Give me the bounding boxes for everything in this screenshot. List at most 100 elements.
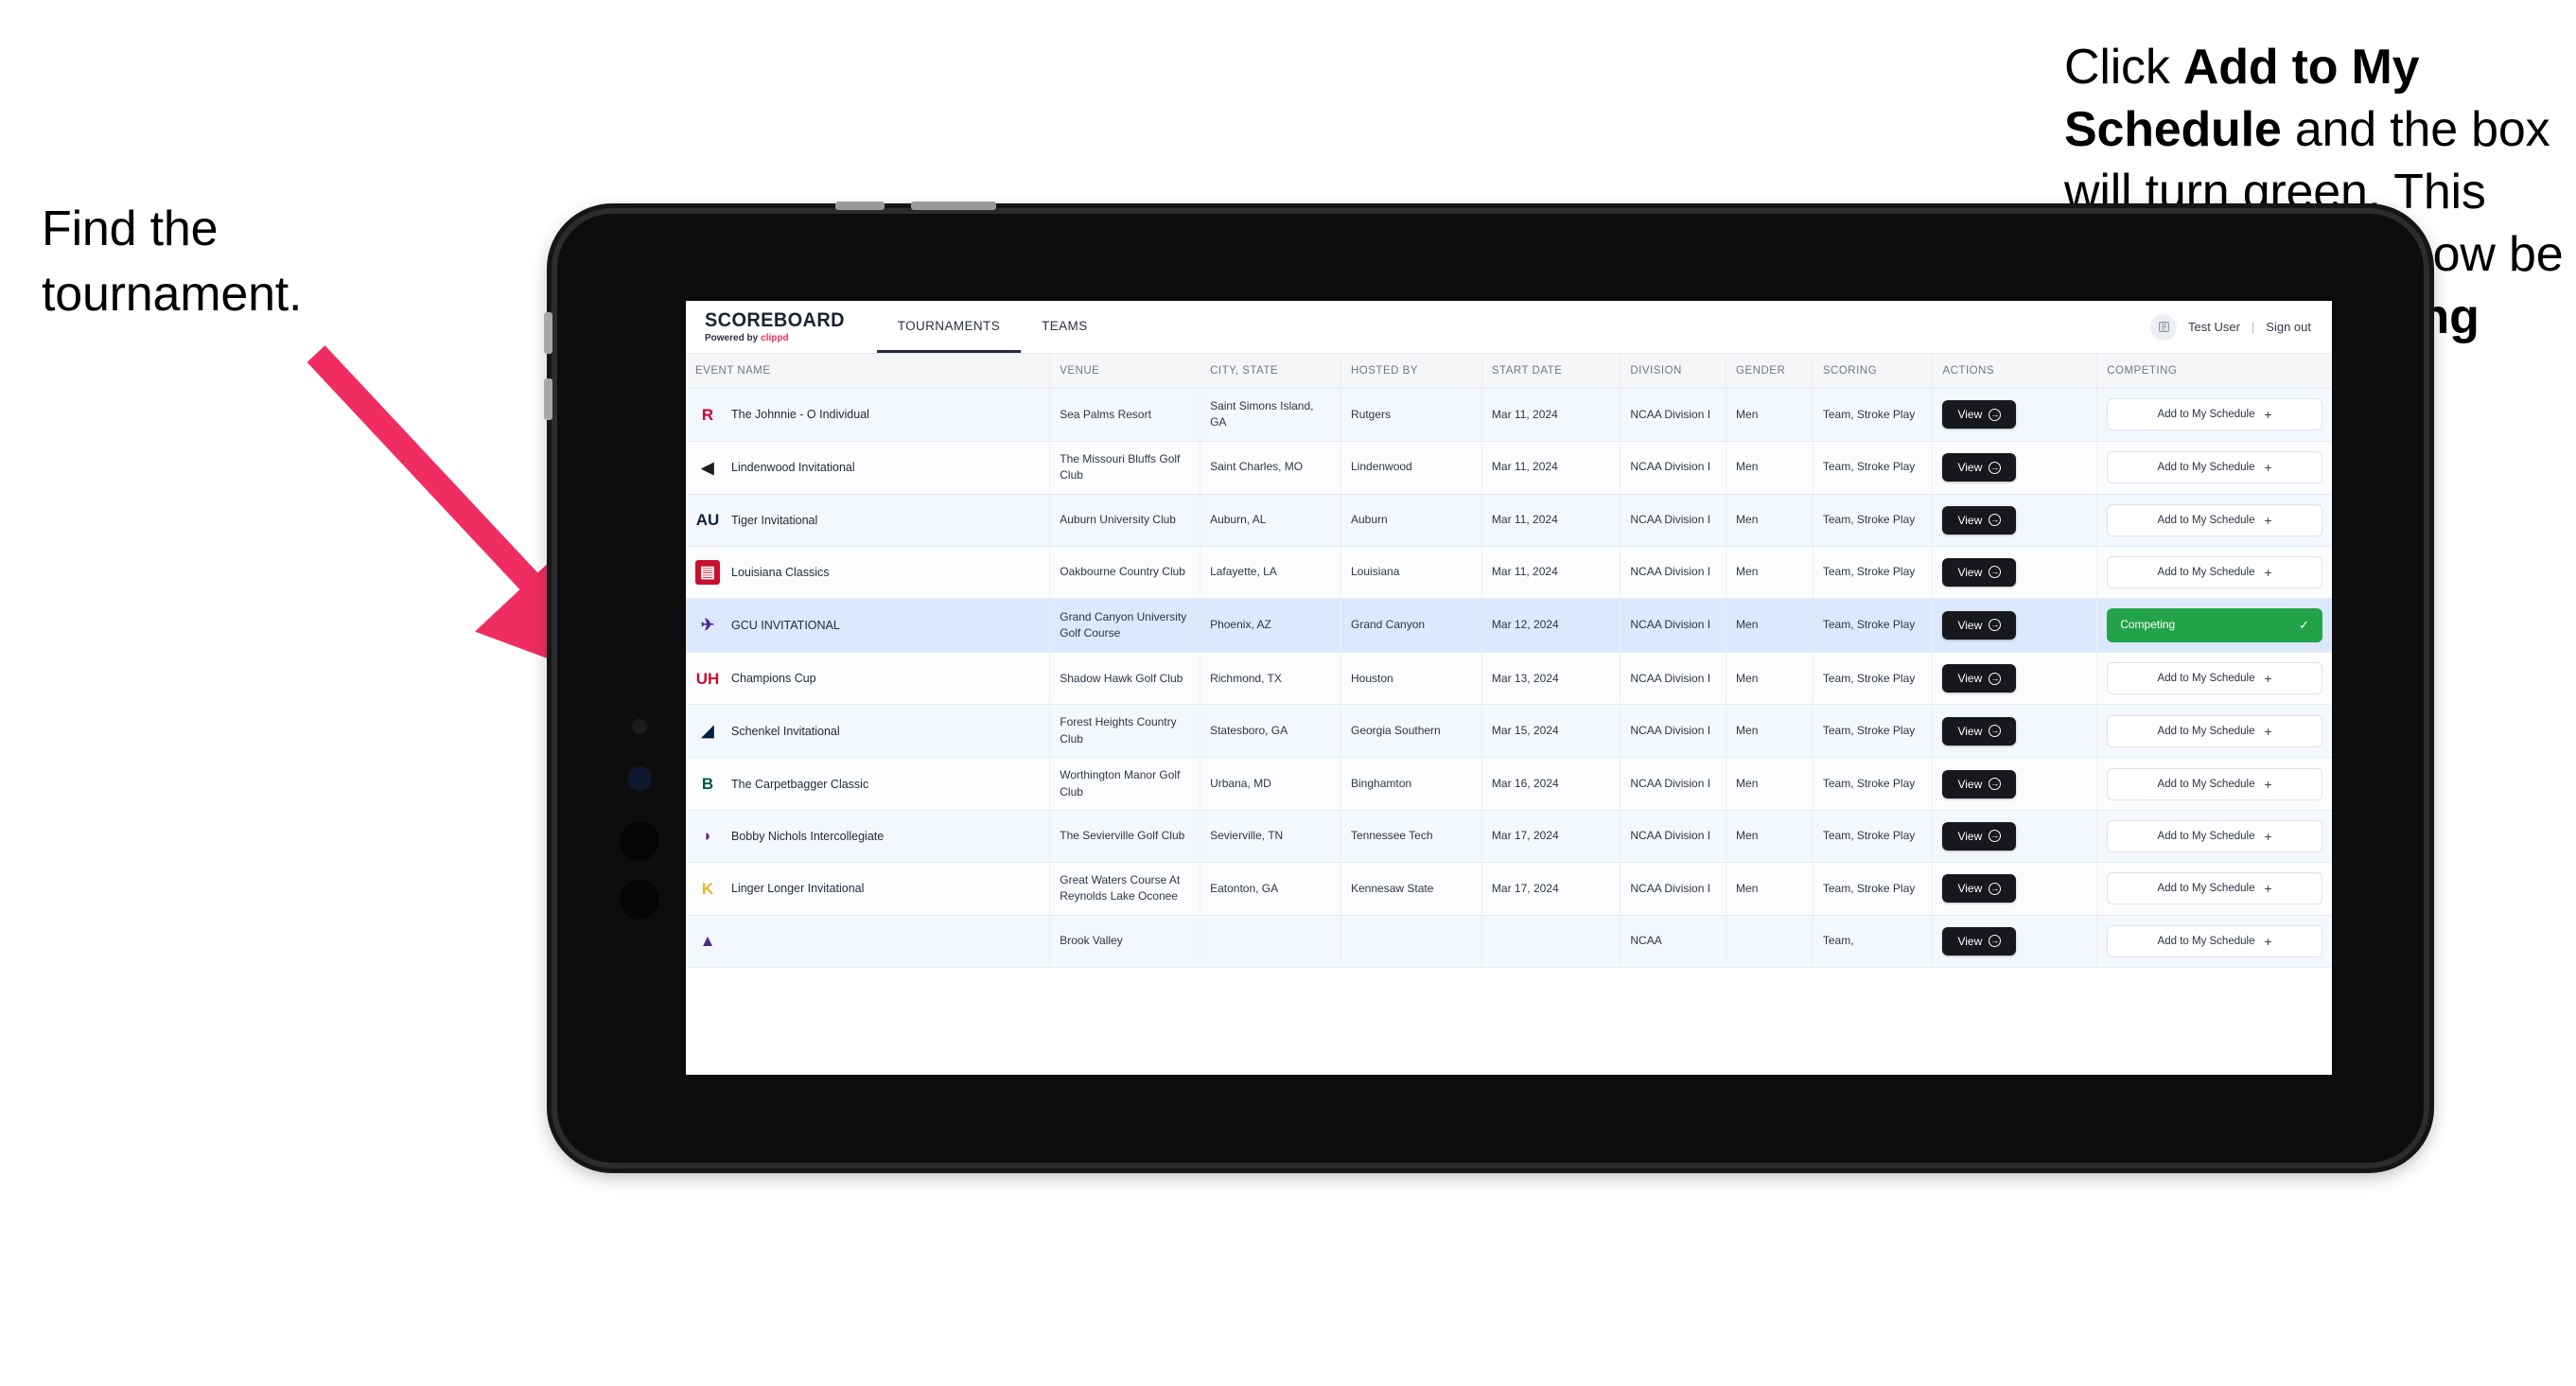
arrow-right-circle-icon: →	[1989, 461, 2002, 474]
cell-actions: View →	[1932, 704, 2098, 759]
table-row[interactable]: B The Carpetbagger Classic Worthington Man…	[686, 757, 2332, 811]
column-header-gender[interactable]: GENDER	[1726, 354, 1814, 389]
team-logo-icon: B	[701, 775, 714, 794]
competing-label: Competing	[2120, 618, 2176, 632]
column-header-actions[interactable]: ACTIONS	[1932, 354, 2098, 389]
app-top-bar: SCOREBOARD Powered by clippd TOURNAMENTS…	[686, 301, 2332, 354]
cell-scoring: Team, Stroke Play	[1813, 441, 1934, 495]
device-button-side-2[interactable]	[544, 378, 552, 420]
column-header-competing[interactable]: COMPETING	[2096, 354, 2332, 389]
event-name-label: Bobby Nichols Intercollegiate	[731, 829, 885, 843]
table-row[interactable]: R The Johnnie - O Individual Sea Palms Res…	[686, 388, 2332, 442]
event-name-label: GCU INVITATIONAL	[731, 618, 840, 632]
team-logo-icon: ◀	[701, 458, 714, 477]
view-button[interactable]: View →	[1942, 821, 2017, 851]
cell-division: NCAA Division I	[1620, 862, 1727, 916]
user-menu: Test User | Sign out	[2150, 301, 2332, 353]
add-to-my-schedule-button[interactable]: Add to My Schedule +	[2107, 662, 2322, 695]
table-row[interactable]: AU Tiger Invitational Auburn University Cl…	[686, 494, 2332, 547]
view-button[interactable]: View →	[1942, 610, 2017, 640]
table-row[interactable]: ◀ Lindenwood Invitational The Missouri Blu…	[686, 441, 2332, 495]
cell-city-state: Sevierville, TN	[1200, 810, 1341, 863]
cell-hosted-by: Lindenwood	[1341, 441, 1482, 495]
cell-hosted-by: Georgia Southern	[1341, 704, 1482, 759]
add-to-my-schedule-button[interactable]: Add to My Schedule +	[2107, 503, 2322, 536]
cell-division: NCAA Division I	[1620, 704, 1727, 759]
cell-gender: Men	[1726, 704, 1814, 759]
table-row[interactable]: ▤ Louisiana Classics Oakbourne Country Clu…	[686, 546, 2332, 599]
event-name-label: Tiger Invitational	[731, 513, 818, 527]
cell-competing: Add to My Schedule +	[2096, 546, 2332, 599]
plus-icon: +	[2264, 828, 2272, 844]
tab-tournaments[interactable]: TOURNAMENTS	[876, 301, 1022, 353]
cell-gender: Men	[1726, 388, 1814, 442]
cell-event-name: R The Johnnie - O Individual	[686, 388, 1051, 442]
table-row[interactable]: ▲ Brook Valley NCAA Team, View → Add to My Sch…	[686, 915, 2332, 968]
cell-division: NCAA Division I	[1620, 810, 1727, 863]
brand-clippd: clippd	[761, 333, 789, 343]
table-row[interactable]: K Linger Longer Invitational Great Waters …	[686, 862, 2332, 916]
add-to-my-schedule-button[interactable]: Add to My Schedule +	[2107, 398, 2322, 431]
cell-venue: Shadow Hawk Golf Club	[1049, 652, 1201, 706]
column-header-hosted-by[interactable]: HOSTED BY	[1341, 354, 1482, 389]
add-to-my-schedule-button[interactable]: Add to My Schedule +	[2107, 924, 2322, 957]
cell-event-name: ◀ Lindenwood Invitational	[686, 441, 1051, 495]
view-button[interactable]: View →	[1942, 926, 2017, 956]
cell-city-state: Auburn, AL	[1200, 494, 1341, 547]
view-button[interactable]: View →	[1942, 557, 2017, 587]
view-button[interactable]: View →	[1942, 874, 2017, 904]
view-button[interactable]: View →	[1942, 400, 2017, 430]
view-button[interactable]: View →	[1942, 505, 2017, 535]
add-to-my-schedule-button[interactable]: Add to My Schedule +	[2107, 819, 2322, 852]
cell-venue: The Missouri Bluffs Golf Club	[1049, 441, 1201, 495]
cell-venue: Brook Valley	[1049, 915, 1201, 968]
view-button[interactable]: View →	[1942, 769, 2017, 798]
table-row[interactable]: ◢ Schenkel Invitational Forest Heights Cou…	[686, 704, 2332, 759]
table-row[interactable]: ◗ Bobby Nichols Intercollegiate The Sevier…	[686, 810, 2332, 863]
view-button[interactable]: View →	[1942, 716, 2017, 746]
add-to-my-schedule-button[interactable]: Add to My Schedule +	[2107, 714, 2322, 747]
table-row[interactable]: UH Champions Cup Shadow Hawk Golf Club Rich…	[686, 652, 2332, 706]
tablet-device-frame: SCOREBOARD Powered by clippd TOURNAMENTS…	[544, 202, 2429, 1168]
cell-event-name: ✈ GCU INVITATIONAL	[686, 598, 1051, 654]
competing-badge-button[interactable]: Competing ✓	[2107, 607, 2322, 643]
team-logo-icon: ◢	[701, 722, 714, 741]
cell-hosted-by: Kennesaw State	[1341, 862, 1482, 916]
cell-actions: View →	[1932, 915, 2098, 968]
device-button-side-1[interactable]	[544, 312, 552, 354]
event-name-label: Lindenwood Invitational	[731, 461, 855, 475]
device-button-top-volume[interactable]	[835, 202, 885, 210]
cell-gender: Men	[1726, 652, 1814, 706]
view-button[interactable]: View →	[1942, 453, 2017, 482]
cell-competing: Add to My Schedule +	[2096, 494, 2332, 547]
cell-competing: Competing ✓	[2096, 598, 2332, 654]
cell-hosted-by: Binghamton	[1341, 757, 1482, 811]
view-button[interactable]: View →	[1942, 664, 2017, 693]
cell-event-name: ▤ Louisiana Classics	[686, 546, 1051, 599]
cell-competing: Add to My Schedule +	[2096, 862, 2332, 916]
cell-event-name: AU Tiger Invitational	[686, 494, 1051, 547]
column-header-city-state[interactable]: CITY, STATE	[1200, 354, 1341, 389]
cell-city-state: Saint Simons Island, GA	[1200, 388, 1341, 442]
column-header-event-name[interactable]: EVENT NAME	[686, 354, 1051, 389]
device-button-top-power[interactable]	[911, 202, 996, 210]
cell-event-name: ▲	[686, 915, 1051, 968]
column-header-scoring[interactable]: SCORING	[1813, 354, 1934, 389]
column-header-start-date[interactable]: START DATE	[1481, 354, 1621, 389]
column-header-division[interactable]: DIVISION	[1620, 354, 1727, 389]
plus-icon: +	[2264, 407, 2272, 423]
table-row[interactable]: ✈ GCU INVITATIONAL Grand Canyon University…	[686, 598, 2332, 654]
add-to-my-schedule-button[interactable]: Add to My Schedule +	[2107, 451, 2322, 484]
cell-actions: View →	[1932, 388, 2098, 442]
tournaments-table-scroll[interactable]: EVENT NAME VENUE CITY, STATE HOSTED BY START…	[686, 354, 2332, 1075]
event-name-label: Champions Cup	[731, 672, 816, 686]
column-header-venue[interactable]: VENUE	[1049, 354, 1201, 389]
add-to-my-schedule-button[interactable]: Add to My Schedule +	[2107, 872, 2322, 905]
user-avatar-icon[interactable]	[2150, 313, 2177, 341]
add-to-my-schedule-button[interactable]: Add to My Schedule +	[2107, 767, 2322, 800]
add-to-my-schedule-button[interactable]: Add to My Schedule +	[2107, 555, 2322, 588]
tab-teams[interactable]: TEAMS	[1021, 301, 1109, 353]
sign-out-link[interactable]: Sign out	[2266, 320, 2311, 334]
view-button-label: View	[1957, 565, 1983, 579]
team-logo-icon: ✈	[700, 616, 715, 635]
